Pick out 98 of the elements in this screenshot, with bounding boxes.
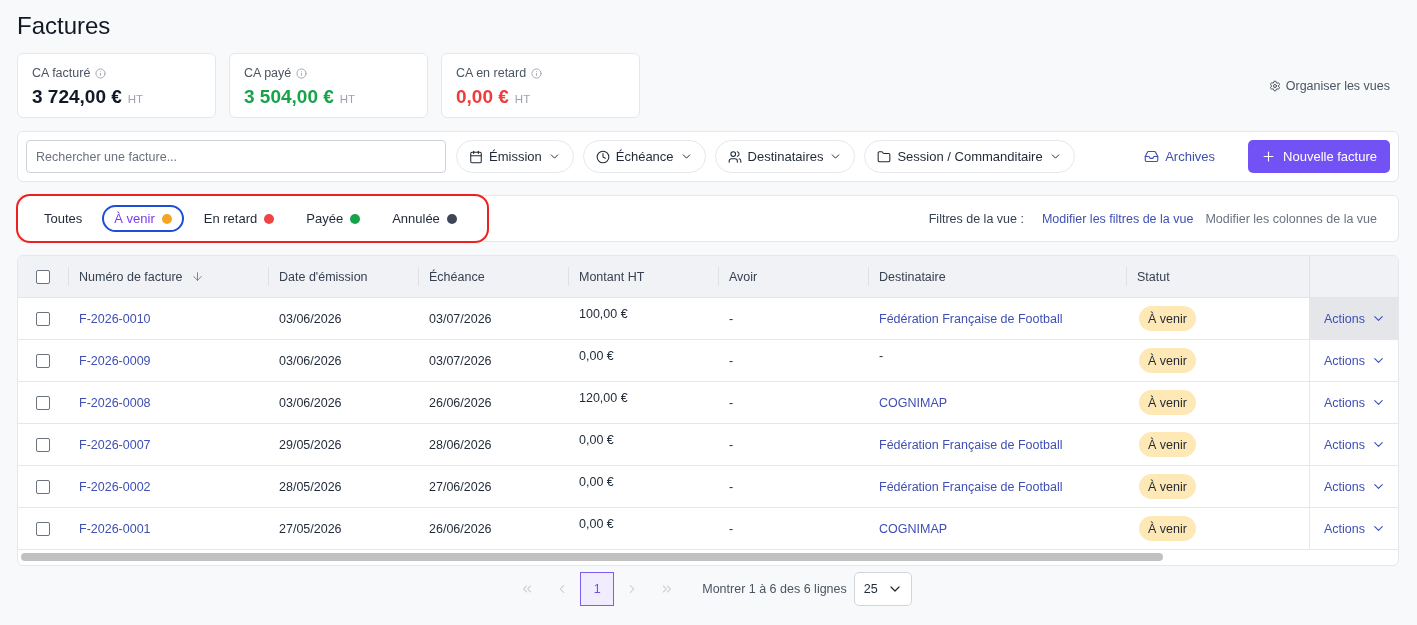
row-checkbox[interactable] <box>36 479 50 494</box>
status-tab[interactable]: À venir <box>102 205 184 232</box>
recipient-cell-text: - <box>878 348 885 365</box>
invoice-number-link[interactable]: F-2026-0001 <box>68 508 268 549</box>
status-tab[interactable]: Toutes <box>32 205 95 232</box>
kpi-label: CA en retard <box>456 66 527 80</box>
amount-cell-text: 120,00 € <box>578 390 629 407</box>
due-date-cell-text: 03/07/2026 <box>428 352 493 370</box>
folder-icon <box>877 149 892 164</box>
page-number-button[interactable]: 1 <box>580 572 615 606</box>
status-badge: À venir <box>1139 306 1196 331</box>
amount-cell-text: 0,00 € <box>578 348 615 365</box>
kpi-value: 3 724,00 € <box>32 85 122 109</box>
amount-cell-text: 0,00 € <box>578 516 615 533</box>
issue-date-cell-text: 03/06/2026 <box>278 352 343 370</box>
issue-date-cell-text: 28/05/2026 <box>278 478 343 496</box>
new-invoice-button[interactable]: Nouvelle facture <box>1248 140 1390 173</box>
inbox-icon <box>1144 149 1160 164</box>
amount-cell-text: 100,00 € <box>578 306 629 323</box>
search-field[interactable]: Rechercher une facture... <box>26 140 446 173</box>
info-icon[interactable] <box>531 67 543 79</box>
issue-date-cell-text: 03/06/2026 <box>278 394 343 412</box>
status-tab[interactable]: En retard <box>191 205 287 232</box>
select-all-checkbox[interactable] <box>36 269 50 284</box>
people-icon <box>727 149 742 164</box>
issue-date-cell-text: 27/05/2026 <box>278 520 343 538</box>
credit-note-cell-text: - <box>728 352 735 370</box>
issue-date-cell-text: 29/05/2026 <box>278 436 343 454</box>
filter-button[interactable]: Échéance <box>582 140 706 173</box>
recipient-link[interactable]: Fédération Française de Football <box>868 466 1126 507</box>
invoice-number-link[interactable]: F-2026-0007 <box>68 424 268 465</box>
status-tab[interactable]: Payée <box>294 205 373 232</box>
row-checkbox[interactable] <box>36 395 50 410</box>
status-tab[interactable]: Annulée <box>380 205 469 232</box>
kpi-label: CA facturé <box>32 66 91 80</box>
kpi-value: 0,00 € <box>456 85 509 109</box>
credit-note-cell-text: - <box>728 310 735 328</box>
clock-icon <box>595 149 610 164</box>
column-header[interactable]: Destinataire <box>879 269 946 284</box>
issue-date-cell-text: 03/06/2026 <box>278 310 343 328</box>
status-badge: À venir <box>1139 390 1196 415</box>
archives-link[interactable]: Archives <box>1144 149 1216 164</box>
info-icon[interactable] <box>95 67 107 79</box>
status-badge: À venir <box>1139 348 1196 373</box>
recipient-link[interactable]: Fédération Française de Football <box>868 298 1126 339</box>
calendar-icon <box>469 149 483 164</box>
column-header[interactable]: Numéro de facture <box>79 269 183 284</box>
organize-views-link[interactable]: Organiser les vues <box>1268 78 1390 93</box>
due-date-cell-text: 28/06/2026 <box>428 436 493 454</box>
column-header[interactable]: Avoir <box>729 269 758 284</box>
kpi-unit: HT <box>339 93 356 105</box>
amount-cell-text: 0,00 € <box>578 432 615 449</box>
recipient-link[interactable]: COGNIMAP <box>868 508 1126 549</box>
plus-icon <box>1261 149 1277 164</box>
scrollbar-thumb[interactable] <box>21 553 1163 561</box>
credit-note-cell-text: - <box>728 520 735 538</box>
status-badge: À venir <box>1139 516 1196 541</box>
recipient-link[interactable]: COGNIMAP <box>868 382 1126 423</box>
filter-button[interactable]: Destinataires <box>714 140 856 173</box>
due-date-cell-text: 26/06/2026 <box>428 394 493 412</box>
amount-cell-text: 0,00 € <box>578 474 615 491</box>
kpi-value: 3 504,00 € <box>244 85 334 109</box>
row-checkbox[interactable] <box>36 437 50 452</box>
page-size-select[interactable]: 25 <box>853 572 912 606</box>
due-date-cell-text: 26/06/2026 <box>428 520 493 538</box>
kpi-unit: HT <box>514 93 531 105</box>
credit-note-cell-text: - <box>728 436 735 454</box>
filter-button[interactable]: Émission <box>456 140 574 173</box>
row-checkbox[interactable] <box>36 521 50 536</box>
invoice-number-link[interactable]: F-2026-0010 <box>68 298 268 339</box>
invoice-number-link[interactable]: F-2026-0009 <box>68 340 268 381</box>
filter-button[interactable]: Session / Commanditaire <box>864 140 1075 173</box>
credit-note-cell-text: - <box>728 394 735 412</box>
column-header[interactable]: Montant HT <box>579 269 645 284</box>
kpi-unit: HT <box>127 93 144 105</box>
arrow-down-icon[interactable] <box>190 270 204 283</box>
row-checkbox[interactable] <box>36 311 50 326</box>
credit-note-cell-text: - <box>728 478 735 496</box>
status-badge: À venir <box>1139 474 1196 499</box>
view-settings-link[interactable]: Modifier les colonnes de la vue <box>1205 211 1377 226</box>
invoice-number-link[interactable]: F-2026-0002 <box>68 466 268 507</box>
page-title: Factures <box>17 12 112 40</box>
invoice-number-link[interactable]: F-2026-0008 <box>68 382 268 423</box>
column-header[interactable]: Échéance <box>429 269 485 284</box>
kpi-label: CA payé <box>244 66 292 80</box>
view-filters-label: Filtres de la vue : <box>928 211 1024 226</box>
view-settings-link[interactable]: Modifier les filtres de la vue <box>1041 211 1194 226</box>
info-icon[interactable] <box>296 67 308 79</box>
column-header[interactable]: Statut <box>1137 269 1170 284</box>
status-badge: À venir <box>1139 432 1196 457</box>
recipient-link[interactable]: Fédération Française de Football <box>868 424 1126 465</box>
pagination-summary: Montrer 1 à 6 des 6 lignes <box>702 582 847 596</box>
due-date-cell-text: 03/07/2026 <box>428 310 493 328</box>
actions-menu-button[interactable]: Actions <box>1310 298 1398 339</box>
row-checkbox[interactable] <box>36 353 50 368</box>
due-date-cell-text: 27/06/2026 <box>428 478 493 496</box>
column-header[interactable]: Date d'émission <box>279 269 368 284</box>
settings-icon <box>1268 79 1281 92</box>
